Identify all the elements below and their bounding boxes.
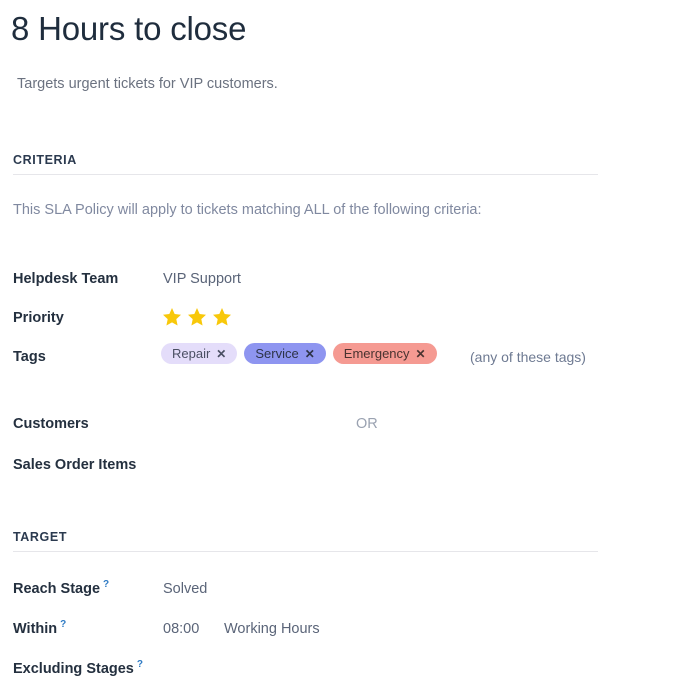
criteria-section-header: CRITERIA (13, 152, 598, 175)
tag-pill[interactable]: Service ✕ (244, 343, 326, 364)
field-row-tags: Tags Repair ✕ Service ✕ Emergency ✕ (any of t… (0, 343, 674, 368)
field-row-sales-order-items: Sales Order Items (0, 454, 674, 476)
tag-pill[interactable]: Emergency ✕ (332, 343, 437, 364)
reach-stage-label: Reach Stage? (13, 578, 109, 600)
priority-label: Priority (13, 310, 64, 326)
star-icon[interactable] (211, 306, 233, 328)
criteria-section-divider (13, 174, 598, 175)
within-unit[interactable]: Working Hours (224, 618, 320, 640)
tag-label: Service (255, 346, 299, 361)
reach-stage-label-text: Reach Stage (13, 581, 101, 597)
field-row-priority: Priority (0, 307, 674, 329)
page-subtitle: Targets urgent tickets for VIP customers… (17, 76, 278, 92)
tags-label: Tags (13, 349, 46, 365)
reach-stage-value[interactable]: Solved (163, 578, 207, 600)
target-section-label: TARGET (13, 530, 68, 544)
criteria-section-label: CRITERIA (13, 153, 77, 167)
within-value[interactable]: 08:00 (163, 618, 199, 640)
star-icon[interactable] (161, 306, 183, 328)
or-separator: OR (356, 416, 378, 432)
tag-remove-icon[interactable]: ✕ (216, 348, 226, 360)
help-icon[interactable]: ? (137, 659, 143, 670)
criteria-description: This SLA Policy will apply to tickets ma… (13, 202, 482, 218)
tag-remove-icon[interactable]: ✕ (416, 348, 426, 360)
tag-label: Emergency (343, 346, 410, 361)
customers-label: Customers (13, 416, 89, 432)
help-icon[interactable]: ? (60, 619, 66, 630)
target-section-header: TARGET (13, 529, 598, 552)
field-row-customers: Customers (0, 413, 674, 435)
star-icon[interactable] (186, 306, 208, 328)
field-row-helpdesk-team: Helpdesk Team VIP Support (0, 268, 674, 290)
tag-remove-icon[interactable]: ✕ (305, 348, 315, 360)
within-label-text: Within (13, 621, 58, 637)
tags-list[interactable]: Repair ✕ Service ✕ Emergency ✕ (161, 343, 437, 364)
field-row-excluding-stages: Excluding Stages? (0, 658, 674, 680)
page-title: 8 Hours to close (11, 10, 247, 47)
excluding-stages-label-text: Excluding Stages (13, 661, 134, 677)
helpdesk-team-label: Helpdesk Team (13, 271, 119, 287)
priority-star-rating[interactable] (161, 306, 233, 328)
field-row-within: Within? 08:00 Working Hours (0, 618, 674, 640)
tag-pill[interactable]: Repair ✕ (161, 343, 238, 364)
help-icon[interactable]: ? (103, 579, 109, 590)
helpdesk-team-value[interactable]: VIP Support (163, 268, 241, 290)
within-label: Within? (13, 618, 66, 640)
tags-hint-text: (any of these tags) (470, 349, 586, 365)
sla-policy-form: 8 Hours to close Targets urgent tickets … (0, 0, 674, 690)
field-row-reach-stage: Reach Stage? Solved (0, 578, 674, 600)
target-section-divider (13, 551, 598, 552)
tag-label: Repair (172, 346, 211, 361)
excluding-stages-label: Excluding Stages? (13, 658, 143, 680)
sales-order-items-label: Sales Order Items (13, 457, 137, 473)
